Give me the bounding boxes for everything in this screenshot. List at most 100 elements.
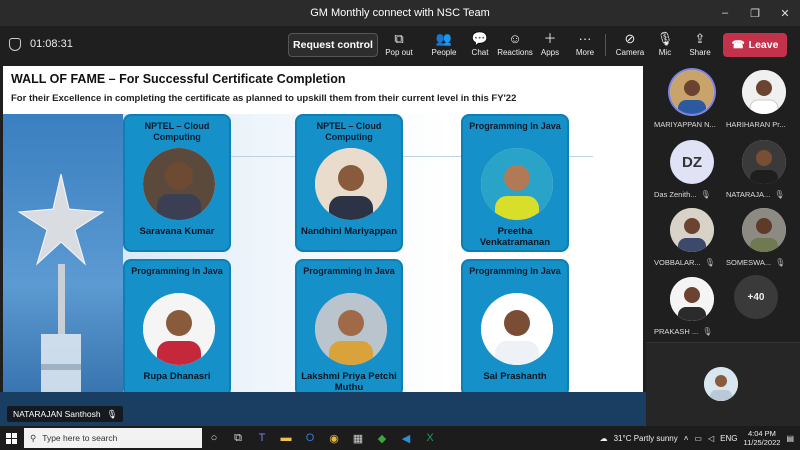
outlook-icon[interactable]: O (298, 426, 322, 450)
person-photo (481, 293, 553, 365)
share-icon: ⇪ (694, 31, 706, 46)
participant-tile[interactable]: MARIYAPPAN N... (654, 68, 728, 138)
trophy-star-icon (17, 173, 105, 414)
windows-icon (5, 432, 17, 444)
weather-icon: ☁ (599, 433, 608, 443)
course-title: Programming In Java (303, 266, 395, 276)
trophy-panel (3, 114, 123, 424)
course-title: NPTEL – Cloud Computing (316, 121, 382, 142)
avatar: DZ (670, 140, 714, 184)
start-button[interactable] (0, 426, 22, 450)
person-photo (143, 293, 215, 365)
taskbar-search[interactable]: ⚲ Type here to search (24, 428, 202, 448)
system-tray: ☁ 31°C Partly sunny ˄ ▭ ◁ ENG 4:04 PM 11… (600, 426, 800, 450)
mic-muted-icon: 🎙 (702, 327, 713, 336)
mic-button[interactable]: 🎙 Mic (646, 30, 684, 62)
award-card: Programming In Java Sai Prashanth (461, 259, 569, 397)
more-participants-button[interactable]: +40 (734, 275, 778, 319)
presentation-slide: WALL OF FAME – For Successful Certificat… (3, 66, 643, 424)
participant-tile[interactable]: PRAKASH ... 🎙 (654, 275, 728, 345)
popout-icon: ⧉ (394, 31, 404, 46)
volume-icon[interactable]: ◁ (708, 434, 714, 443)
clock-date: 11/25/2022 (743, 438, 781, 447)
self-avatar (704, 367, 738, 401)
avatar (742, 140, 786, 184)
chat-button[interactable]: 💬 Chat (461, 30, 499, 62)
mic-muted-icon: 🎙 (700, 190, 711, 199)
window-title: GM Monthly connect with NSC Team (310, 7, 490, 19)
participant-name: VOBBALAR... (654, 258, 701, 267)
award-card: NPTEL – Cloud Computing Saravana Kumar (123, 114, 231, 252)
task-view-icon[interactable]: ⧉ (226, 426, 250, 450)
course-title: NPTEL – Cloud Computing (144, 121, 210, 142)
leave-button[interactable]: ☎ Leave (723, 33, 787, 57)
chat-icon: 💬 (471, 31, 489, 46)
participant-name: HARIHARAN Pr... (726, 120, 786, 129)
reactions-button[interactable]: ☺ Reactions (496, 30, 534, 62)
avatar (670, 208, 714, 252)
course-title: Programming In Java (469, 266, 561, 276)
avatar (742, 70, 786, 114)
participant-tile[interactable]: HARIHARAN Pr... (726, 68, 800, 138)
awardee-name: Rupa Dhanasri (143, 371, 211, 382)
participant-tile[interactable]: DZ Das Zenith... 🎙 (654, 138, 728, 208)
excel-icon[interactable]: X (418, 426, 442, 450)
participant-name: PRAKASH ... (654, 327, 699, 336)
maximize-button[interactable]: ❐ (740, 0, 770, 26)
avatar (670, 70, 714, 114)
search-placeholder: Type here to search (42, 433, 118, 443)
participant-tile[interactable]: SOMESWA... 🎙 (726, 206, 800, 276)
cortana-icon[interactable]: ○ (202, 426, 226, 450)
close-button[interactable]: ✕ (770, 0, 800, 26)
avatar (670, 277, 714, 321)
people-icon: 👥 (435, 31, 453, 46)
slide-subtitle: For their Excellence in completing the c… (11, 93, 517, 104)
weather-text[interactable]: 31°C Partly sunny (614, 434, 678, 443)
participant-tile[interactable]: VOBBALAR... 🎙 (654, 206, 728, 276)
meeting-toolbar: 01:08:31 Request control ⧉ Pop out 👥 Peopl… (0, 26, 800, 64)
search-icon: ⚲ (30, 432, 37, 443)
language-indicator[interactable]: ENG (720, 434, 737, 443)
awardee-name: Lakshmi Priya Petchi Muthu (301, 371, 397, 393)
file-explorer-icon[interactable]: ▬ (274, 426, 298, 450)
vscode-icon[interactable]: ◀ (394, 426, 418, 450)
app-icon[interactable]: ◆ (370, 426, 394, 450)
participant-tile[interactable]: NATARAJA... 🎙 (726, 138, 800, 208)
participant-name: Das Zenith... (654, 190, 697, 199)
awardee-name: Saravana Kumar (139, 226, 215, 237)
participant-name: SOMESWA... (726, 258, 772, 267)
clock-time: 4:04 PM (747, 429, 776, 438)
mic-muted-icon: 🎙 (774, 190, 785, 199)
person-photo (143, 148, 215, 220)
participant-name: MARIYAPPAN N... (654, 120, 716, 129)
award-card: Programming In Java Lakshmi Priya Petchi… (295, 259, 403, 397)
awardee-name: Preetha Venkatramanan (479, 226, 551, 248)
people-button[interactable]: 👥 People (425, 30, 463, 62)
calculator-icon[interactable]: ▦ (346, 426, 370, 450)
mic-muted-icon: 🎙 (106, 408, 118, 419)
popout-button[interactable]: ⧉ Pop out (380, 30, 418, 62)
more-button[interactable]: ··· More (566, 30, 604, 62)
camera-button[interactable]: ⊘ Camera (611, 30, 649, 62)
toolbar-divider (605, 34, 606, 56)
network-icon[interactable]: ▭ (694, 434, 702, 443)
self-view (646, 342, 800, 426)
mic-off-icon: 🎙 (656, 31, 674, 46)
award-card: Programming In Java Preetha Venkatramana… (461, 114, 569, 252)
chrome-icon[interactable]: ◉ (322, 426, 346, 450)
request-control-button[interactable]: Request control (288, 33, 378, 57)
shared-content-stage: WALL OF FAME – For Successful Certificat… (0, 64, 646, 426)
mic-muted-icon: 🎙 (775, 258, 786, 267)
apps-button[interactable]: ＋ Apps (531, 30, 569, 62)
mic-muted-icon: 🎙 (704, 258, 715, 267)
minimize-button[interactable]: – (710, 0, 740, 26)
teams-icon[interactable]: T (250, 426, 274, 450)
clock[interactable]: 4:04 PM 11/25/2022 (743, 429, 780, 447)
chevron-up-icon[interactable]: ˄ (684, 434, 689, 443)
window-titlebar: GM Monthly connect with NSC Team – ❐ ✕ (0, 0, 800, 26)
notifications-icon[interactable]: ▤ (786, 434, 794, 443)
share-button[interactable]: ⇪ Share (681, 30, 719, 62)
meeting-timer: 01:08:31 (30, 38, 73, 50)
avatar (742, 208, 786, 252)
awardee-name: Nandhini Mariyappan (300, 226, 398, 237)
